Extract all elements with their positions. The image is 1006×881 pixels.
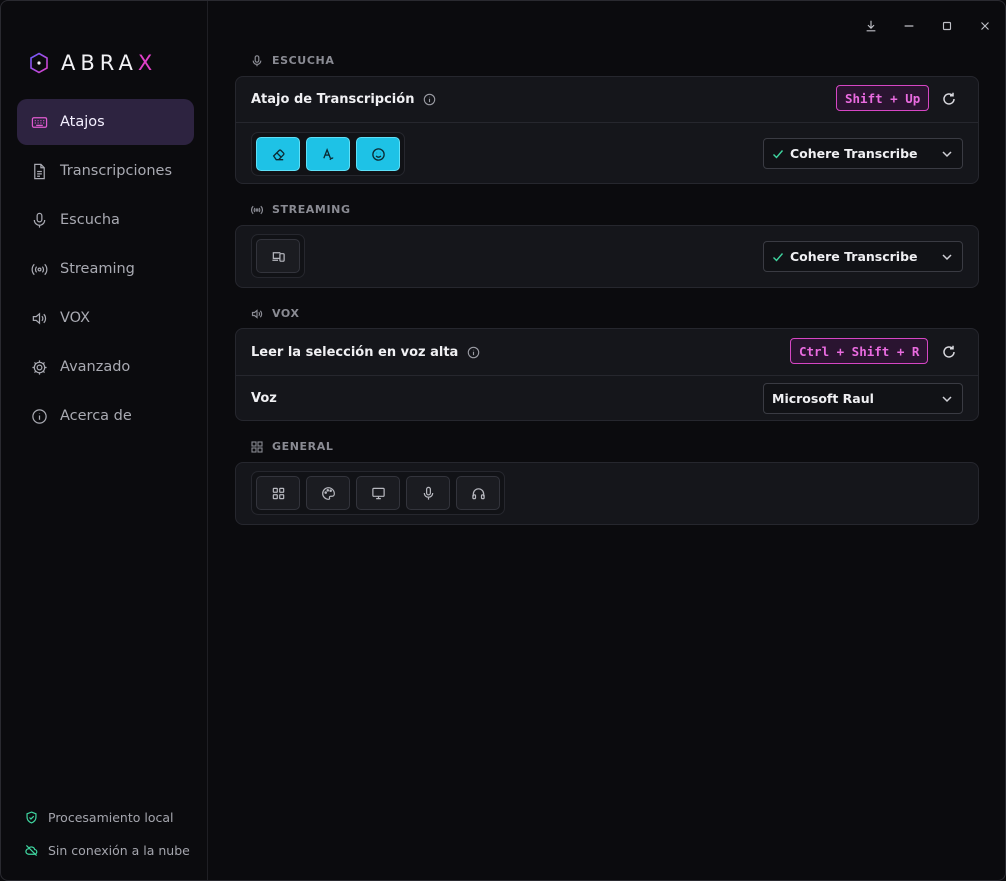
section-label-streaming: STREAMING	[251, 203, 351, 216]
check-icon	[773, 149, 784, 159]
microphone-icon	[252, 54, 262, 66]
check-icon	[773, 252, 784, 262]
microphone-icon	[423, 486, 433, 500]
voice-row: Voz Microsoft Raul	[236, 375, 978, 421]
palette-button[interactable]	[306, 476, 350, 510]
general-card	[235, 462, 979, 525]
sidebar-item-label: Atajos	[60, 114, 105, 130]
section-label-general: GENERAL	[251, 440, 333, 453]
headphones-icon	[471, 487, 485, 499]
hexagon-logo-icon	[30, 52, 48, 74]
download-icon[interactable]	[857, 13, 885, 39]
vox-card: Leer la selección en voz alta Ctrl + Shi…	[235, 328, 979, 421]
eraser-mode-button[interactable]	[256, 137, 300, 171]
transcription-shortcut-keys[interactable]: Shift + Up	[836, 85, 930, 111]
sidebar-item-vox[interactable]: VOX	[17, 295, 194, 341]
chevron-down-icon	[942, 396, 952, 403]
sidebar-item-acerca-de[interactable]: Acerca de	[17, 393, 194, 439]
eraser-icon	[272, 148, 285, 160]
microphone-icon	[33, 212, 46, 228]
sidebar-item-label: Acerca de	[60, 408, 132, 424]
transcription-mode-row: Cohere Transcribe	[236, 122, 978, 184]
document-icon	[34, 163, 45, 179]
sidebar-item-label: Transcripciones	[60, 163, 173, 179]
app-name: ABRAX	[61, 51, 158, 75]
read-aloud-shortcut-title: Leer la selección en voz alta	[251, 345, 480, 360]
sidebar: ABRAX Atajos Transcripciones Escucha Str…	[1, 1, 208, 880]
devices-icon	[271, 251, 285, 262]
shield-check-icon	[26, 810, 37, 824]
general-row	[236, 463, 978, 524]
streaming-row: Cohere Transcribe	[236, 226, 978, 287]
maximize-icon[interactable]	[933, 13, 961, 39]
escucha-card: Atajo de Transcripción Shift + Up Cohere…	[235, 76, 979, 184]
read-aloud-shortcut-keys[interactable]: Ctrl + Shift + R	[790, 338, 929, 364]
transcription-shortcut-title: Atajo de Transcripción	[251, 92, 436, 107]
close-icon[interactable]	[971, 13, 999, 39]
sidebar-nav: Atajos Transcripciones Escucha Streaming…	[17, 99, 194, 442]
keyboard-icon	[31, 116, 48, 128]
sidebar-item-atajos[interactable]: Atajos	[17, 99, 194, 145]
sidebar-item-escucha[interactable]: Escucha	[17, 197, 194, 243]
chevron-down-icon	[942, 151, 952, 158]
read-aloud-shortcut-row: Leer la selección en voz alta Ctrl + Shi…	[236, 329, 978, 375]
speaker-icon	[251, 308, 263, 319]
sidebar-item-transcripciones[interactable]: Transcripciones	[17, 148, 194, 194]
gear-icon	[32, 359, 47, 375]
streaming-card: Cohere Transcribe	[235, 225, 979, 288]
sidebar-item-label: Streaming	[60, 261, 135, 277]
text-format-mode-button[interactable]	[306, 137, 350, 171]
sidebar-item-label: Avanzado	[60, 359, 131, 375]
monitor-button[interactable]	[356, 476, 400, 510]
escucha-model-select[interactable]: Cohere Transcribe	[763, 138, 963, 169]
transcription-mode-group	[251, 132, 405, 176]
chevron-down-icon	[942, 254, 952, 261]
sidebar-footer: Procesamiento local Sin conexión a la nu…	[25, 807, 190, 873]
smiley-icon	[371, 147, 385, 161]
monitor-icon	[371, 487, 385, 499]
headphones-button[interactable]	[456, 476, 500, 510]
general-button-group	[251, 471, 505, 515]
local-processing-status: Procesamiento local	[25, 807, 190, 827]
transcription-shortcut-row: Atajo de Transcripción Shift + Up	[236, 77, 978, 122]
voice-select[interactable]: Microsoft Raul	[763, 383, 963, 414]
broadcast-icon	[251, 205, 263, 214]
sidebar-item-label: VOX	[60, 310, 91, 326]
reset-icon[interactable]	[941, 344, 957, 360]
palette-icon	[321, 486, 335, 500]
info-icon[interactable]	[423, 93, 436, 106]
section-label-escucha: ESCUCHA	[251, 54, 334, 67]
speaker-icon	[32, 311, 47, 325]
app-window: ABRAX Atajos Transcripciones Escucha Str…	[0, 0, 1006, 881]
voice-label: Voz	[251, 391, 277, 406]
sidebar-item-avanzado[interactable]: Avanzado	[17, 344, 194, 390]
grid-icon	[251, 440, 263, 453]
devices-mode-button[interactable]	[256, 239, 300, 273]
section-label-vox: VOX	[251, 307, 300, 320]
text-format-icon	[322, 147, 333, 160]
sidebar-item-label: Escucha	[60, 212, 120, 228]
streaming-model-select[interactable]: Cohere Transcribe	[763, 241, 963, 272]
emoji-mode-button[interactable]	[356, 137, 400, 171]
info-icon[interactable]	[467, 346, 480, 359]
microphone-button[interactable]	[406, 476, 450, 510]
reset-icon[interactable]	[941, 91, 957, 107]
cloud-off-icon	[25, 844, 38, 856]
cloud-offline-status: Sin conexión a la nube	[25, 840, 190, 860]
broadcast-icon	[31, 263, 48, 275]
grid-button[interactable]	[256, 476, 300, 510]
minimize-icon[interactable]	[895, 13, 923, 39]
grid-icon	[272, 487, 284, 499]
sidebar-item-streaming[interactable]: Streaming	[17, 246, 194, 292]
title-bar	[805, 1, 1005, 49]
info-icon	[32, 408, 47, 424]
streaming-mode-group	[251, 234, 305, 278]
app-logo: ABRAX	[29, 51, 157, 75]
